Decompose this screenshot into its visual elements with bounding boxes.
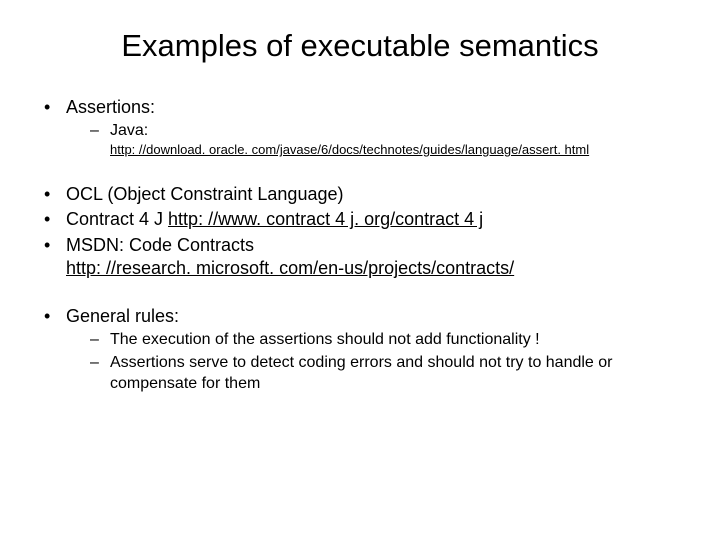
item-general-rules: General rules: The execution of the asse… xyxy=(36,305,684,395)
rule-2-text: Assertions serve to detect coding errors… xyxy=(110,354,613,392)
rule-1-text: The execution of the assertions should n… xyxy=(110,331,540,348)
item-msdn-text: MSDN: Code Contracts xyxy=(66,235,254,255)
rule-1: The execution of the assertions should n… xyxy=(90,330,684,351)
spacer xyxy=(36,283,684,305)
contract4j-link[interactable]: http: //www. contract 4 j. org/contract … xyxy=(168,209,483,229)
msdn-link[interactable]: http: //research. microsoft. com/en-us/p… xyxy=(66,258,514,278)
java-assert-link[interactable]: http: //download. oracle. com/javase/6/d… xyxy=(110,142,589,157)
item-assertions-text: Assertions: xyxy=(66,97,155,117)
item-contract4j: Contract 4 J http: //www. contract 4 j. … xyxy=(36,208,684,231)
slide-title: Examples of executable semantics xyxy=(36,28,684,64)
item-general-rules-text: General rules: xyxy=(66,306,179,326)
bullet-list-3: General rules: The execution of the asse… xyxy=(36,305,684,395)
item-java-text: Java: xyxy=(110,122,148,139)
item-ocl: OCL (Object Constraint Language) xyxy=(36,183,684,206)
bullet-list: Assertions: Java: http: //download. orac… xyxy=(36,96,684,159)
item-java-link-row: http: //download. oracle. com/javase/6/d… xyxy=(110,142,684,159)
rule-2: Assertions serve to detect coding errors… xyxy=(90,353,684,395)
bullet-list-2: OCL (Object Constraint Language) Contrac… xyxy=(36,183,684,281)
item-assertions: Assertions: Java: http: //download. orac… xyxy=(36,96,684,159)
slide: Examples of executable semantics Asserti… xyxy=(0,0,720,540)
item-java: Java: http: //download. oracle. com/java… xyxy=(90,121,684,159)
item-contract4j-prefix: Contract 4 J xyxy=(66,209,168,229)
sublist-java: http: //download. oracle. com/javase/6/d… xyxy=(110,142,684,159)
item-msdn: MSDN: Code Contracts http: //research. m… xyxy=(36,234,684,281)
sublist-general-rules: The execution of the assertions should n… xyxy=(66,330,684,394)
item-ocl-text: OCL (Object Constraint Language) xyxy=(66,184,343,204)
sublist-assertions: Java: http: //download. oracle. com/java… xyxy=(66,121,684,159)
spacer xyxy=(36,161,684,183)
